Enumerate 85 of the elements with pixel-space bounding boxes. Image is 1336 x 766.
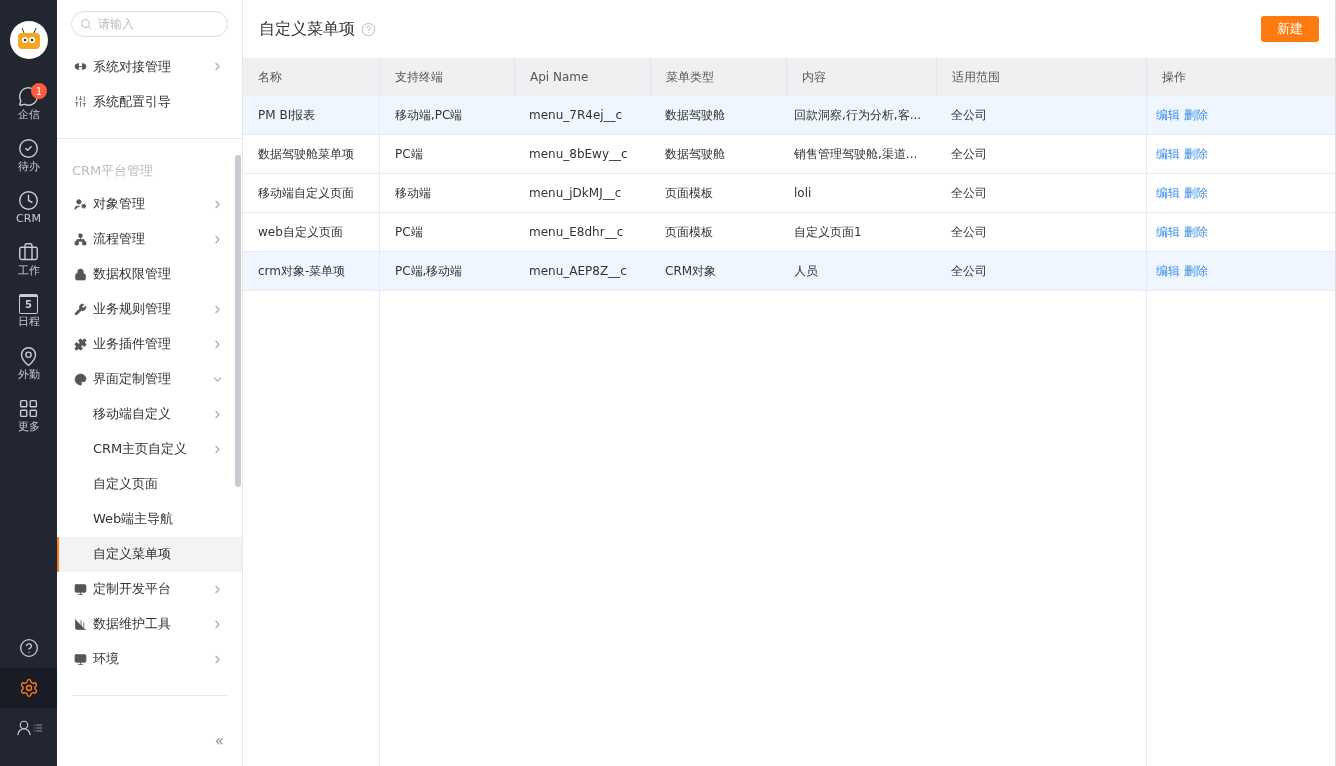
action-link[interactable]: 编辑 xyxy=(1156,145,1180,163)
table-cell-text: PM BI报表 xyxy=(257,107,317,124)
nav-item[interactable]: 业务插件管理 xyxy=(57,326,242,362)
table-cell-text: 数据驾驶舱菜单项 xyxy=(257,146,355,163)
nav-item[interactable]: Web端主导航 xyxy=(57,501,242,537)
action-link[interactable]: 删除 xyxy=(1184,223,1208,241)
table-cell-text: web自定义页面 xyxy=(257,224,344,241)
section-title: CRM平台管理 xyxy=(71,162,155,180)
table-cell-text: crm对象-菜单项 xyxy=(257,263,347,280)
table-cell: PC端,移动端 xyxy=(379,252,514,290)
table-cell-text: 数据驾驶舱 xyxy=(664,146,726,163)
table-cell: 移动端,PC端 xyxy=(379,96,514,134)
rail-item[interactable]: 待办 xyxy=(0,129,57,181)
table-cell-text: 页面模板 xyxy=(664,185,714,202)
search-field[interactable]: 请输入 xyxy=(71,11,228,37)
clock-icon xyxy=(18,189,39,211)
table-cell-text: 全公司 xyxy=(950,107,988,124)
page-title: 自定义菜单项 xyxy=(259,18,355,40)
table-cell-text: loli xyxy=(793,185,813,202)
table-cell-text: 数据驾驶舱 xyxy=(664,107,726,124)
help-icon xyxy=(361,21,376,37)
grid-icon xyxy=(18,397,39,419)
table-cell-text: 全公司 xyxy=(950,146,988,163)
mascot-logo-icon xyxy=(9,21,48,59)
puzzle-icon xyxy=(74,337,87,351)
table-cell-text: 自定义页面1 xyxy=(793,224,863,241)
nav-item[interactable]: 系统配置引导 xyxy=(57,84,242,119)
rail-item[interactable]: CRM xyxy=(0,181,57,233)
table-cell: PC端 xyxy=(379,135,514,173)
nav-item[interactable]: 移动端自定义 xyxy=(57,396,242,432)
table-cell-text: 全公司 xyxy=(950,185,988,202)
unread-badge: 1 xyxy=(31,83,47,99)
nav-item[interactable]: 界面定制管理 xyxy=(57,361,242,397)
briefcase-icon xyxy=(18,241,39,263)
action-link[interactable]: 编辑 xyxy=(1156,184,1180,202)
nav-item[interactable]: 自定义菜单项 xyxy=(57,536,242,572)
nav-item[interactable]: 数据权限管理 xyxy=(57,256,242,292)
table-cell-text: 全公司 xyxy=(950,224,988,241)
rail-item[interactable]: 企信 1 xyxy=(0,77,57,129)
nav-item[interactable]: 环境 xyxy=(57,641,242,677)
nav-item[interactable]: 业务规则管理 xyxy=(57,291,242,327)
collapse-button[interactable]: « xyxy=(214,729,224,752)
table-cell-text: 页面模板 xyxy=(664,224,714,241)
table-cell-text: menu_AEP8Z__c xyxy=(528,263,628,280)
nav-item[interactable]: 数据维护工具 xyxy=(57,606,242,642)
wrench-icon xyxy=(74,302,87,316)
table-cell-text: 全公司 xyxy=(950,263,988,280)
action-link[interactable]: 删除 xyxy=(1184,145,1208,163)
table-cell-text: CRM对象 xyxy=(664,263,718,280)
network-icon xyxy=(74,232,87,246)
check-circle-icon xyxy=(18,137,39,159)
search-icon xyxy=(80,18,92,30)
table-cell: PC端 xyxy=(379,213,514,251)
monitor-icon xyxy=(74,582,87,596)
chat-bubble-icon xyxy=(18,85,39,107)
rail-item[interactable]: 工作 xyxy=(0,233,57,285)
nav-item[interactable]: 系统对接管理 xyxy=(57,49,242,84)
table-cell-text: menu_7R4ej__c xyxy=(528,107,624,124)
table-cell-text: 回款洞察,行为分析,客... xyxy=(793,107,923,124)
table-cell-text: menu_E8dhr__c xyxy=(528,224,625,241)
contacts-icon xyxy=(14,719,43,737)
nav-item[interactable]: 自定义页面 xyxy=(57,466,242,502)
calendar-icon: 5 xyxy=(19,294,38,314)
column-header: 名称 xyxy=(257,69,283,86)
nav-item[interactable]: CRM主页自定义 xyxy=(57,431,242,467)
rail-item[interactable]: 更多 xyxy=(0,389,57,441)
table-cell-text: menu_8bEwy__c xyxy=(528,146,629,163)
table-cell-text: 销售管理驾驶舱,渠道... xyxy=(793,146,919,163)
nav-item[interactable]: 定制开发平台 xyxy=(57,571,242,607)
help-icon xyxy=(18,638,39,658)
lock-icon xyxy=(74,267,87,281)
rail-item[interactable]: 外勤 xyxy=(0,337,57,389)
table-cell-text: 移动端自定义页面 xyxy=(257,185,355,202)
rail-item[interactable]: 5 日程 xyxy=(0,285,57,337)
table-cell-text: menu_jDkMJ__c xyxy=(528,185,623,202)
nav-item[interactable]: 对象管理 xyxy=(57,186,242,222)
table-cell: 移动端 xyxy=(379,174,514,212)
map-pin-icon xyxy=(18,345,39,367)
sliders-icon xyxy=(74,95,87,108)
table-cell-text: 人员 xyxy=(793,263,819,280)
settings-icon xyxy=(18,678,39,698)
action-link[interactable]: 编辑 xyxy=(1156,223,1180,241)
action-link[interactable]: 删除 xyxy=(1184,184,1208,202)
nav-item[interactable]: 流程管理 xyxy=(57,221,242,257)
rail-button[interactable] xyxy=(0,668,57,708)
